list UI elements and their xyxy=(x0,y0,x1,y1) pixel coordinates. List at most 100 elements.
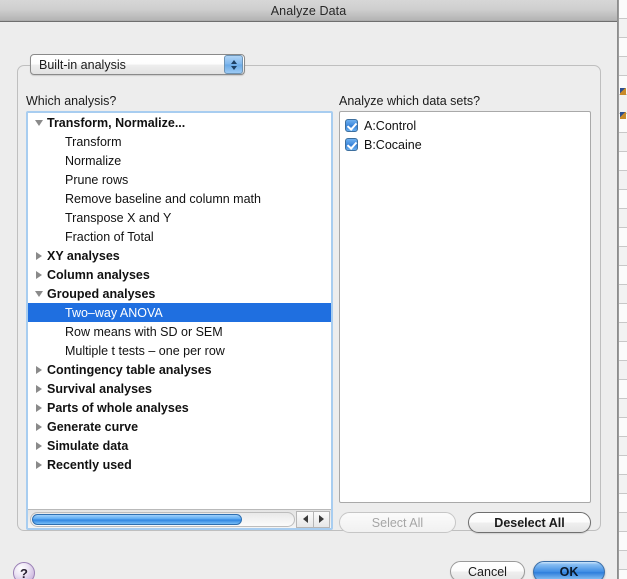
disclosure-triangle-closed-icon[interactable] xyxy=(34,384,47,393)
analysis-list-item-label: Simulate data xyxy=(47,438,129,453)
background-row xyxy=(619,342,627,361)
analysis-list-item[interactable]: Prune rows xyxy=(28,170,331,189)
analysis-list-item-label: Parts of whole analyses xyxy=(47,400,189,415)
analyze-data-sets-label: Analyze which data sets? xyxy=(339,94,481,108)
analysis-list-item-label: Contingency table analyses xyxy=(47,362,212,377)
data-set-item[interactable]: A:Control xyxy=(345,116,590,135)
background-row xyxy=(619,38,627,57)
analysis-list-item[interactable]: Recently used xyxy=(28,455,331,474)
analysis-list-rows: Transform, Normalize... Transform Normaliz… xyxy=(28,113,331,509)
analysis-list-item[interactable]: Contingency table analyses xyxy=(28,360,331,379)
scrollbar-track[interactable] xyxy=(30,511,295,527)
analysis-list-item-label: Transform, Normalize... xyxy=(47,115,186,130)
disclosure-triangle-closed-icon[interactable] xyxy=(34,460,47,469)
analysis-list-item[interactable]: Survival analyses xyxy=(28,379,331,398)
analysis-list-item-label: Generate curve xyxy=(47,419,139,434)
background-cell-marker xyxy=(620,112,626,119)
analysis-list-item[interactable]: Parts of whole analyses xyxy=(28,398,331,417)
background-row xyxy=(619,285,627,304)
analysis-list-item[interactable]: Simulate data xyxy=(28,436,331,455)
analysis-list-item[interactable]: Row means with SD or SEM xyxy=(28,322,331,341)
background-row xyxy=(619,399,627,418)
background-row xyxy=(619,209,627,228)
disclosure-triangle-open-icon[interactable] xyxy=(34,119,47,126)
analysis-list-item-label: Fraction of Total xyxy=(65,229,154,244)
analysis-list-item-label: Normalize xyxy=(65,153,122,168)
data-set-item[interactable]: B:Cocaine xyxy=(345,135,590,154)
scroll-left-icon[interactable] xyxy=(296,510,313,528)
disclosure-triangle-open-icon[interactable] xyxy=(34,290,47,297)
background-row xyxy=(619,551,627,570)
background-row xyxy=(619,304,627,323)
analysis-list-item[interactable]: Transpose X and Y xyxy=(28,208,331,227)
dialog-content: Built-in analysis Which analysis? Analyz… xyxy=(0,22,617,579)
analysis-list-item-label: Recently used xyxy=(47,457,132,472)
analysis-horizontal-scrollbar[interactable] xyxy=(28,509,331,528)
background-row xyxy=(619,133,627,152)
analysis-list-item[interactable]: Grouped analyses xyxy=(28,284,331,303)
analysis-list-item-label: XY analyses xyxy=(47,248,120,263)
background-row xyxy=(619,228,627,247)
analysis-list-item-label: Transform xyxy=(65,134,122,149)
analysis-source-popup-value: Built-in analysis xyxy=(39,57,126,72)
background-cell-marker xyxy=(620,88,626,95)
background-row xyxy=(619,475,627,494)
data-set-label: A:Control xyxy=(364,118,417,133)
scrollbar-arrow-buttons[interactable] xyxy=(296,510,330,528)
analysis-list-item-label: Multiple t tests – one per row xyxy=(65,343,225,358)
analysis-list-item[interactable]: Transform, Normalize... xyxy=(28,113,331,132)
analysis-listbox[interactable]: Transform, Normalize... Transform Normaliz… xyxy=(26,111,333,530)
checkbox-checked-icon[interactable] xyxy=(345,119,358,132)
analyze-data-dialog: Analyze Data Built-in analysis Which ana… xyxy=(0,0,618,579)
scroll-right-icon[interactable] xyxy=(313,510,330,528)
dialog-title: Analyze Data xyxy=(270,3,347,18)
analysis-list-item-label: Column analyses xyxy=(47,267,150,282)
analysis-list-item-label: Prune rows xyxy=(65,172,129,187)
background-row xyxy=(619,361,627,380)
disclosure-triangle-closed-icon[interactable] xyxy=(34,441,47,450)
analysis-list-item-label: Row means with SD or SEM xyxy=(65,324,223,339)
scrollbar-thumb[interactable] xyxy=(32,513,243,525)
analysis-list-item[interactable]: Two–way ANOVA xyxy=(28,303,331,322)
cancel-button[interactable]: Cancel xyxy=(450,561,525,579)
data-set-label: B:Cocaine xyxy=(364,137,422,152)
background-row xyxy=(619,380,627,399)
disclosure-triangle-closed-icon[interactable] xyxy=(34,365,47,374)
disclosure-triangle-closed-icon[interactable] xyxy=(34,403,47,412)
background-row xyxy=(619,323,627,342)
which-analysis-label: Which analysis? xyxy=(26,94,117,108)
help-button[interactable]: ? xyxy=(13,562,35,579)
background-row xyxy=(619,570,627,579)
background-row xyxy=(619,532,627,551)
background-row xyxy=(619,456,627,475)
analysis-list-item[interactable]: Generate curve xyxy=(28,417,331,436)
disclosure-triangle-closed-icon[interactable] xyxy=(34,270,47,279)
analysis-list-item[interactable]: Transform xyxy=(28,132,331,151)
background-row xyxy=(619,19,627,38)
analysis-list-item[interactable]: Column analyses xyxy=(28,265,331,284)
ok-button[interactable]: OK xyxy=(533,561,605,579)
analysis-list-item[interactable]: Fraction of Total xyxy=(28,227,331,246)
analysis-list-item[interactable]: Multiple t tests – one per row xyxy=(28,341,331,360)
analysis-source-popup[interactable]: Built-in analysis xyxy=(30,54,245,75)
analysis-list-item[interactable]: Normalize xyxy=(28,151,331,170)
data-sets-listbox[interactable]: A:Control B:Cocaine xyxy=(339,111,591,503)
background-row xyxy=(619,513,627,532)
background-row xyxy=(619,494,627,513)
analysis-list-item[interactable]: Remove baseline and column math xyxy=(28,189,331,208)
analysis-list-item[interactable]: XY analyses xyxy=(28,246,331,265)
analysis-list-item-label: Remove baseline and column math xyxy=(65,191,261,206)
checkbox-checked-icon[interactable] xyxy=(345,138,358,151)
select-all-button[interactable]: Select All xyxy=(339,512,456,533)
disclosure-triangle-closed-icon[interactable] xyxy=(34,422,47,431)
analysis-list-item-label: Transpose X and Y xyxy=(65,210,172,225)
analysis-list-item-label: Survival analyses xyxy=(47,381,152,396)
background-row xyxy=(619,247,627,266)
background-row xyxy=(619,0,627,19)
analysis-list-item-label: Two–way ANOVA xyxy=(65,305,163,320)
disclosure-triangle-closed-icon[interactable] xyxy=(34,251,47,260)
dialog-titlebar: Analyze Data xyxy=(0,0,617,22)
background-row xyxy=(619,437,627,456)
background-row xyxy=(619,418,627,437)
deselect-all-button[interactable]: Deselect All xyxy=(468,512,591,533)
